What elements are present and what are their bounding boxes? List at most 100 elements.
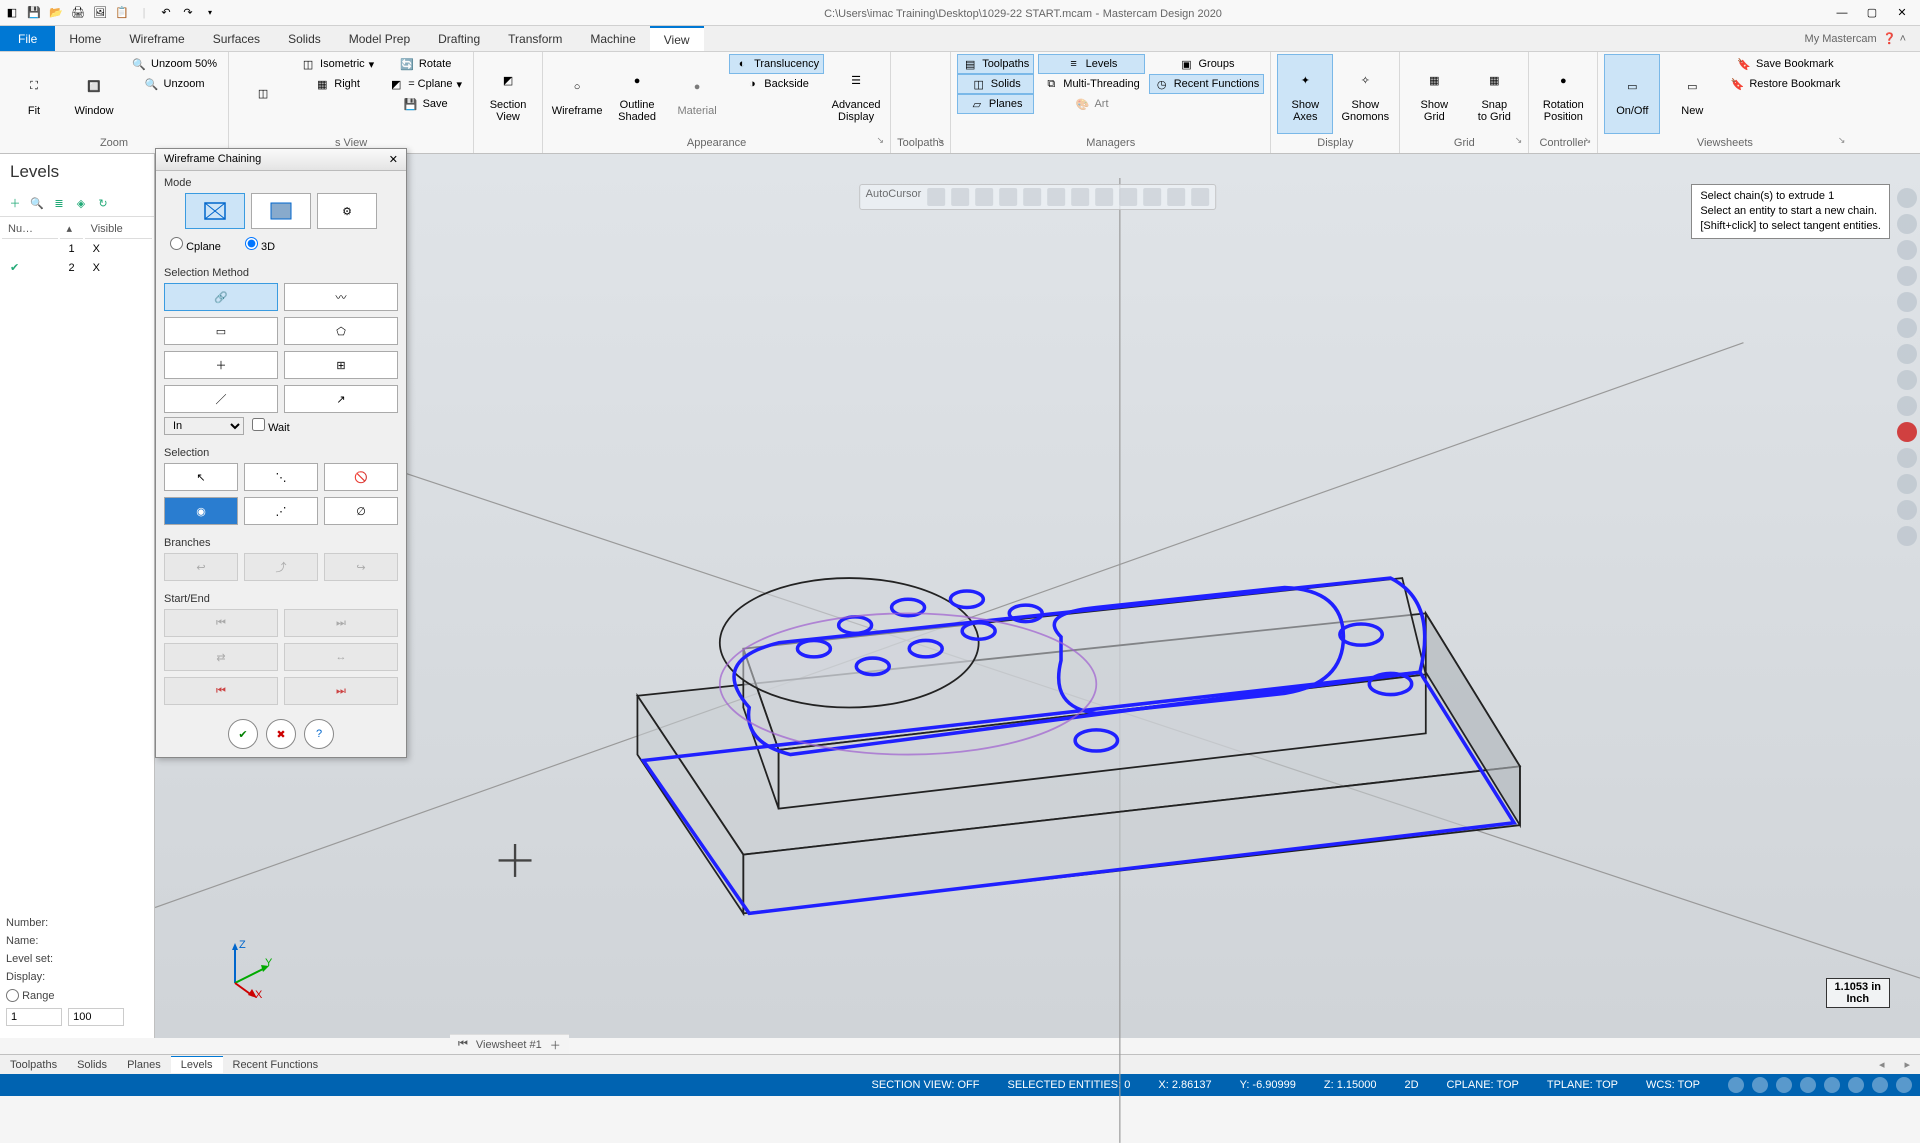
in-select[interactable]: In xyxy=(164,417,244,435)
btab-toolpaths[interactable]: Toolpaths xyxy=(0,1057,67,1073)
polygon-method-button[interactable]: ⬠ xyxy=(284,317,398,345)
translucency-toggle[interactable]: ◐Translucency xyxy=(729,54,824,74)
tab-solids[interactable]: Solids xyxy=(274,26,335,51)
tab-surfaces[interactable]: Surfaces xyxy=(199,26,274,51)
show-axes-button[interactable]: ✦Show Axes xyxy=(1277,54,1333,134)
undo-icon[interactable]: ↶ xyxy=(158,5,174,21)
restore-bookmark-button[interactable]: 🔖Restore Bookmark xyxy=(1724,74,1845,94)
advanced-display-button[interactable]: ☰Advanced Display xyxy=(828,54,884,134)
tab-view[interactable]: View xyxy=(650,26,704,51)
range-to-input[interactable] xyxy=(68,1008,124,1026)
null-button[interactable]: ∅ xyxy=(324,497,398,525)
maximize-button[interactable]: ▢ xyxy=(1858,3,1886,23)
cplane-button[interactable]: ◩= Cplane ▾ xyxy=(383,74,467,94)
collapse-ribbon-icon[interactable]: ˄ xyxy=(1900,33,1906,45)
add-level-icon[interactable]: ＋ xyxy=(6,194,24,212)
chain-method-button[interactable]: 🔗 xyxy=(164,283,278,311)
search-icon[interactable]: 🔍 xyxy=(28,194,46,212)
cancel-button[interactable]: ✖ xyxy=(266,719,296,749)
col-visible[interactable]: Visible xyxy=(85,219,152,239)
stack-icon[interactable]: ◈ xyxy=(72,194,90,212)
art-manager-toggle[interactable]: 🎨Art xyxy=(1038,94,1144,114)
groups-button[interactable]: ▣Groups xyxy=(1149,54,1265,74)
window-zoom-button[interactable]: 🔲Window xyxy=(66,54,122,134)
3d-radio[interactable]: 3D xyxy=(245,237,275,253)
line-method-button[interactable]: ／ xyxy=(164,385,278,413)
tab-modelprep[interactable]: Model Prep xyxy=(335,26,424,51)
save-bookmark-button[interactable]: 🔖Save Bookmark xyxy=(1724,54,1845,74)
viewport[interactable]: AutoCursor Select chain(s) to extrude 1 … xyxy=(155,154,1920,1038)
mode-wireframe-button[interactable] xyxy=(185,193,245,229)
unzoom-button[interactable]: 🔍Unzoom xyxy=(126,74,222,94)
show-grid-button[interactable]: ▦Show Grid xyxy=(1406,54,1462,134)
single-plus-button[interactable]: ＋ xyxy=(164,351,278,379)
range-radio[interactable] xyxy=(6,989,19,1002)
fb-icon[interactable] xyxy=(927,188,945,206)
section-view-button[interactable]: ◩Section View xyxy=(480,54,536,134)
print-icon[interactable]: 🖨 xyxy=(70,5,86,21)
paste-icon[interactable]: 📋 xyxy=(114,5,130,21)
tab-mymastercam[interactable]: My Mastercam ❓ ˄ xyxy=(1791,26,1920,51)
single-boxplus-button[interactable]: ⊞ xyxy=(284,351,398,379)
wireframe-button[interactable]: ○Wireframe xyxy=(549,54,605,134)
gutter-icon[interactable] xyxy=(1897,188,1917,208)
unselect-button[interactable]: 🚫 xyxy=(324,463,398,491)
open-icon[interactable]: 📂 xyxy=(48,5,64,21)
fit-button[interactable]: ⛶Fit xyxy=(6,54,62,134)
close-icon[interactable]: ✕ xyxy=(389,153,398,166)
backside-toggle[interactable]: ◑Backside xyxy=(729,74,824,94)
planes-manager-toggle[interactable]: ▱Planes xyxy=(957,94,1034,114)
viewsheet-add-icon[interactable]: ＋ xyxy=(550,1037,561,1053)
material-button[interactable]: ●Material xyxy=(669,54,725,134)
refresh-icon[interactable]: ↻ xyxy=(94,194,112,212)
sync-button[interactable]: ◉ xyxy=(164,497,238,525)
tab-transform[interactable]: Transform xyxy=(494,26,576,51)
multithreading-toggle[interactable]: ⧉Multi-Threading xyxy=(1038,74,1144,94)
col-num[interactable]: Nu… xyxy=(2,219,58,239)
table-row[interactable]: ✔2X xyxy=(2,259,152,276)
toolpaths-manager-toggle[interactable]: ▤Toolpaths xyxy=(957,54,1034,74)
partial-method-button[interactable]: 〰 xyxy=(284,283,398,311)
unzoom50-button[interactable]: 🔍Unzoom 50% xyxy=(126,54,222,74)
btab-solids[interactable]: Solids xyxy=(67,1057,117,1073)
mode-solid-button[interactable] xyxy=(251,193,311,229)
layers-icon[interactable]: ≣ xyxy=(50,194,68,212)
isometric-button[interactable]: ◫Isometric ▾ xyxy=(295,54,379,74)
recent-functions-toggle[interactable]: ◷Recent Functions xyxy=(1149,74,1265,94)
viewsheet-tab[interactable]: Viewsheet #1 xyxy=(476,1039,542,1051)
tab-home[interactable]: Home xyxy=(55,26,115,51)
minimize-button[interactable]: — xyxy=(1828,3,1856,23)
mode-settings-button[interactable]: ⚙ xyxy=(317,193,377,229)
tab-wireframe[interactable]: Wireframe xyxy=(115,26,198,51)
rotation-position-button[interactable]: ●Rotation Position xyxy=(1535,54,1591,134)
appearance-launcher[interactable]: ↘ xyxy=(877,135,885,146)
qat-dropdown-icon[interactable]: ▾ xyxy=(202,5,218,21)
viewport-model[interactable] xyxy=(155,178,1920,1143)
vector-method-button[interactable]: ↗ xyxy=(284,385,398,413)
ok-button[interactable]: ✔ xyxy=(228,719,258,749)
options-button[interactable]: ⋰ xyxy=(244,497,318,525)
viewsheet-new-button[interactable]: ▭New xyxy=(1664,54,1720,134)
right-view-button[interactable]: ▦Right xyxy=(295,74,379,94)
cplane-radio[interactable]: Cplane xyxy=(170,237,221,253)
tab-file[interactable]: File xyxy=(0,26,55,51)
table-row[interactable]: 1X xyxy=(2,241,152,257)
save-view-button[interactable]: 💾Save xyxy=(383,94,467,114)
range-from-input[interactable] xyxy=(6,1008,62,1026)
help-button[interactable]: ? xyxy=(304,719,334,749)
levels-manager-toggle[interactable]: ≡Levels xyxy=(1038,54,1144,74)
viewsheet-onoff-button[interactable]: ▭On/Off xyxy=(1604,54,1660,134)
wait-checkbox[interactable]: Wait xyxy=(252,418,290,434)
close-button[interactable]: ✕ xyxy=(1888,3,1916,23)
viewsheet-first-icon[interactable]: ⏮ xyxy=(458,1038,468,1051)
help-icon[interactable]: ❓ xyxy=(1883,32,1897,45)
save-icon[interactable]: 💾 xyxy=(26,5,42,21)
pick-button[interactable]: ↖ xyxy=(164,463,238,491)
rotate-button[interactable]: 🔄Rotate xyxy=(383,54,467,74)
screenshot-icon[interactable]: 🖼 xyxy=(92,5,108,21)
tab-drafting[interactable]: Drafting xyxy=(424,26,494,51)
outline-shaded-button[interactable]: ●Outline Shaded xyxy=(609,54,665,134)
window-method-button[interactable]: ▭ xyxy=(164,317,278,345)
snap-grid-button[interactable]: ▦Snap to Grid xyxy=(1466,54,1522,134)
show-gnomons-button[interactable]: ✧Show Gnomons xyxy=(1337,54,1393,134)
